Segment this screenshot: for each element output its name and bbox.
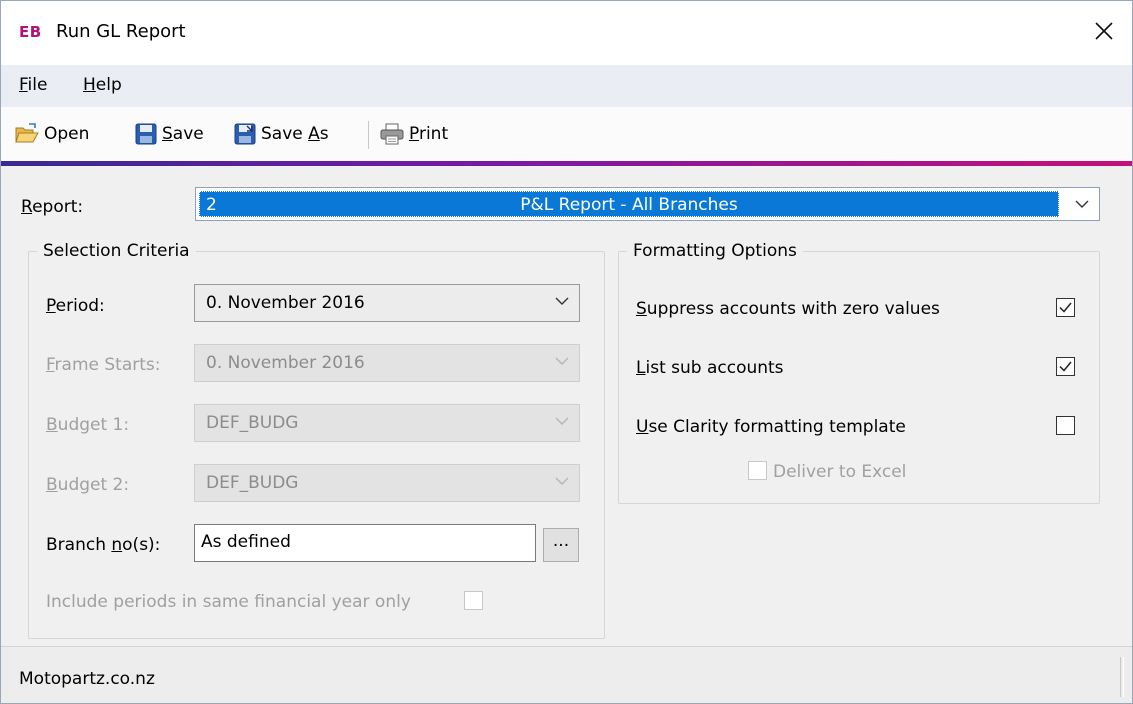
save-as-label: Save As (261, 124, 329, 144)
print-button[interactable]: Print (380, 121, 448, 147)
save-label: Save (162, 124, 204, 144)
app-logo: EB (19, 23, 42, 41)
clarity-template-label: Use Clarity formatting template (636, 417, 906, 437)
save-as-button[interactable]: Save As (234, 121, 329, 147)
branch-picker-button[interactable]: ... (543, 528, 579, 562)
chevron-down-icon (1075, 200, 1089, 208)
budget-1-label: Budget 1: (46, 415, 130, 435)
open-label: Open (44, 124, 90, 144)
chevron-down-icon (555, 477, 569, 485)
budget-2-value: DEF_BUDG (206, 473, 299, 493)
suppress-zero-label: Suppress accounts with zero values (636, 299, 940, 319)
save-as-disk-icon (234, 123, 256, 145)
list-sub-accounts-label: List sub accounts (636, 358, 784, 378)
budget-1-value: DEF_BUDG (206, 413, 299, 433)
include-periods-checkbox[interactable] (464, 591, 483, 610)
check-icon (1059, 302, 1072, 313)
report-selected-item: 2 P&L Report - All Branches (199, 191, 1059, 217)
suppress-zero-checkbox[interactable] (1056, 298, 1075, 317)
include-periods-label: Include periods in same financial year o… (46, 592, 411, 612)
selection-criteria-title: Selection Criteria (43, 241, 190, 261)
period-dropdown[interactable]: 0. November 2016 (194, 284, 580, 322)
frame-starts-value: 0. November 2016 (206, 353, 365, 373)
chevron-down-icon (555, 357, 569, 365)
branch-label: Branch no(s): (46, 535, 161, 555)
printer-icon (380, 123, 404, 145)
close-button[interactable] (1084, 11, 1124, 51)
chevron-down-icon (555, 297, 569, 305)
run-gl-report-window: EB Run GL Report File Help Open Save Sav… (0, 0, 1133, 704)
budget-2-label: Budget 2: (46, 475, 130, 495)
period-value: 0. November 2016 (206, 293, 365, 313)
budget-1-dropdown[interactable]: DEF_BUDG (194, 404, 580, 442)
menu-help[interactable]: Help (83, 75, 122, 95)
clarity-template-checkbox[interactable] (1056, 416, 1075, 435)
report-form: Report: 2 P&L Report - All Branches Sele… (1, 166, 1132, 646)
formatting-options-title: Formatting Options (633, 241, 797, 261)
save-disk-icon (135, 123, 157, 145)
frame-starts-label: Frame Starts: (46, 355, 161, 375)
frame-starts-dropdown[interactable]: 0. November 2016 (194, 344, 580, 382)
toolbar-separator (368, 121, 369, 149)
report-name: P&L Report - All Branches (520, 195, 738, 215)
save-button[interactable]: Save (135, 121, 204, 147)
chevron-down-icon (555, 417, 569, 425)
window-title: Run GL Report (56, 21, 186, 42)
print-label: Print (409, 124, 449, 144)
deliver-excel-checkbox[interactable] (748, 461, 767, 480)
report-dropdown[interactable]: 2 P&L Report - All Branches (195, 187, 1100, 221)
menu-file[interactable]: File (19, 75, 47, 95)
close-icon (1095, 22, 1113, 40)
deliver-excel-label: Deliver to Excel (773, 462, 907, 482)
toolbar: Open Save Save As Print (1, 107, 1132, 161)
check-icon (1059, 361, 1072, 372)
menu-bar: File Help (1, 65, 1132, 107)
list-sub-accounts-checkbox[interactable] (1056, 357, 1075, 376)
status-bar: Motopartz.co.nz (1, 646, 1132, 703)
open-button[interactable]: Open (15, 121, 89, 147)
status-text: Motopartz.co.nz (19, 669, 155, 689)
resize-grip[interactable] (1120, 657, 1124, 697)
report-label: Report: (21, 197, 84, 217)
open-folder-icon (15, 123, 39, 143)
budget-2-dropdown[interactable]: DEF_BUDG (194, 464, 580, 502)
period-label: Period: (46, 296, 105, 316)
branch-input[interactable]: As defined (194, 524, 536, 562)
title-bar: EB Run GL Report (1, 1, 1132, 65)
